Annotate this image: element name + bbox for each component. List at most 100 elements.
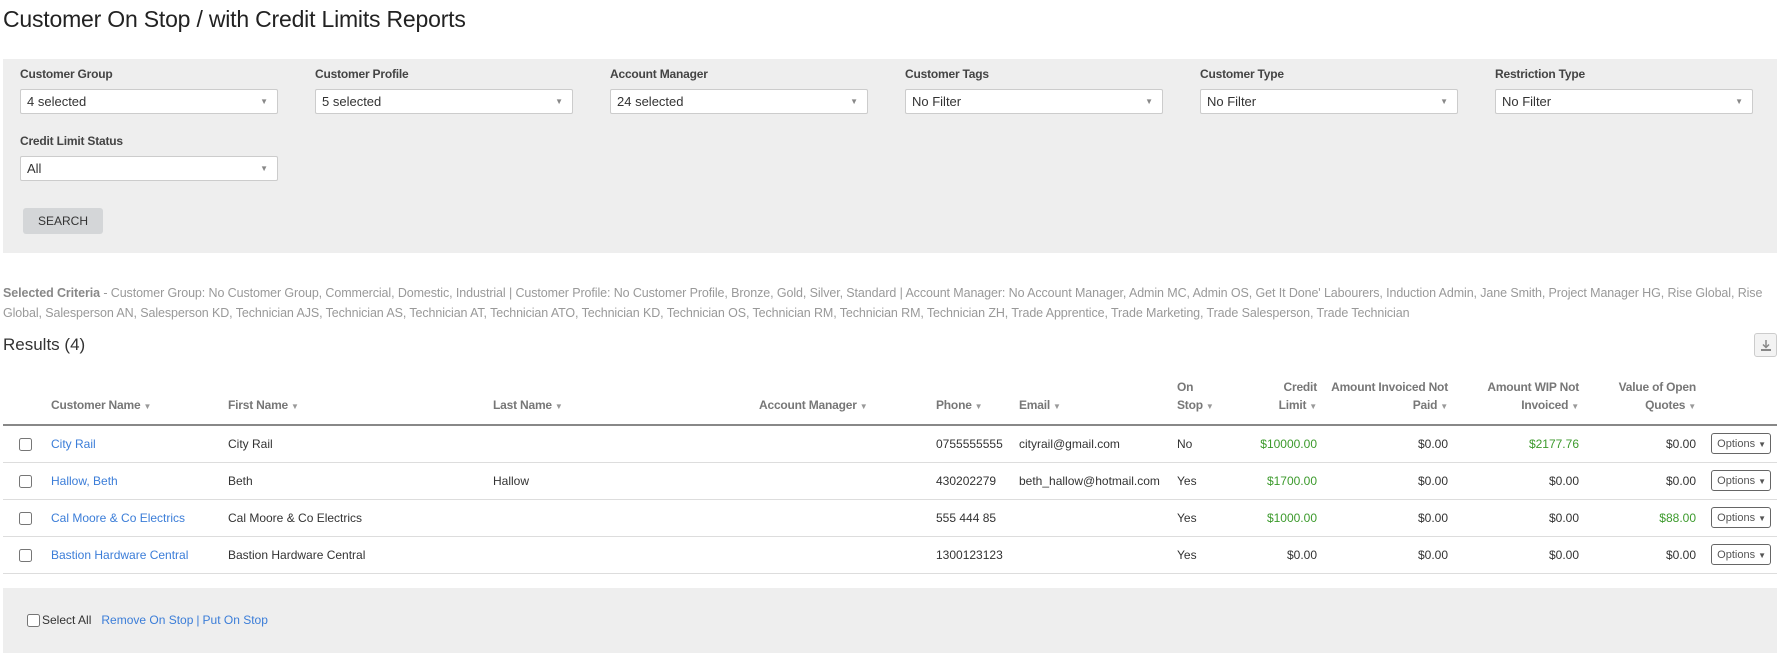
cell-email (1013, 536, 1171, 574)
sort-icon: ▼ (291, 402, 299, 411)
column-header-email[interactable]: Email ▼ (1013, 378, 1171, 426)
cell-email: beth_hallow@hotmail.com (1013, 462, 1171, 500)
chevron-down-icon: ▼ (260, 164, 268, 173)
cell-value: $0.00 (1417, 547, 1448, 562)
chevron-down-icon: ▼ (260, 97, 268, 106)
customer-tags-select[interactable]: No Filter ▼ (905, 89, 1163, 114)
column-header-customer-name[interactable]: Customer Name ▼ (45, 378, 222, 426)
filter-label: Credit Limit Status (20, 134, 123, 148)
customer-type-select[interactable]: No Filter ▼ (1200, 89, 1458, 114)
sort-icon: ▼ (143, 402, 152, 411)
customer-link[interactable]: Hallow, Beth (51, 474, 118, 488)
account-manager-select[interactable]: 24 selected ▼ (610, 89, 868, 114)
filter-label: Customer Profile (315, 67, 409, 81)
remove-on-stop-link[interactable]: Remove On Stop (101, 613, 193, 627)
cell-open-quotes: $0.00 (1585, 536, 1702, 574)
credit-limit-status-select[interactable]: All ▼ (20, 156, 278, 181)
cell-on-stop: Yes (1171, 499, 1227, 537)
options-label: Options (1717, 437, 1756, 450)
sort-icon: ▼ (1205, 402, 1214, 411)
row-checkbox[interactable] (19, 511, 32, 525)
cell-phone: 555 444 85 (930, 499, 1013, 537)
select-all-label: Select All (42, 613, 92, 627)
cell-value: $0.00 (1548, 547, 1579, 562)
customer-profile-select[interactable]: 5 selected ▼ (315, 89, 573, 114)
options-button[interactable]: Options ▼ (1711, 470, 1771, 491)
column-header-phone[interactable]: Phone ▼ (930, 378, 1013, 426)
put-on-stop-link[interactable]: Put On Stop (203, 613, 268, 627)
download-button[interactable] (1754, 333, 1777, 357)
column-header-account-manager[interactable]: Account Manager ▼ (753, 378, 930, 426)
cell-value: $0.00 (1417, 473, 1448, 488)
table-row: Bastion Hardware Central Bastion Hardware… (3, 536, 1777, 574)
cell-first-name: Cal Moore & Co Electrics (222, 499, 487, 537)
cell-last-name: Hallow (487, 462, 753, 500)
cell-value: Beth (228, 473, 253, 488)
select-all-checkbox[interactable] (27, 613, 40, 627)
select-value: 5 selected (322, 94, 382, 109)
cell-value: $0.00 (1665, 547, 1696, 562)
select-value: No Filter (1502, 94, 1552, 109)
cell-credit-limit: $0.00 (1227, 536, 1323, 574)
filter-label: Restriction Type (1495, 67, 1585, 81)
search-button[interactable]: SEARCH (23, 208, 103, 234)
column-header-wip-not-invoiced[interactable]: Amount WIP Not Invoiced ▼ (1454, 378, 1585, 426)
select-cell (3, 536, 45, 574)
options-label: Options (1717, 474, 1756, 487)
table-row: Cal Moore & Co Electrics Cal Moore & Co E… (3, 499, 1777, 537)
select-value: No Filter (1207, 94, 1257, 109)
options-button[interactable]: Options ▼ (1711, 433, 1771, 455)
cell-first-name: Beth (222, 462, 487, 500)
column-header-invoiced-not-paid[interactable]: Amount Invoiced Not Paid ▼ (1323, 378, 1454, 426)
results-title: Results (4) (3, 335, 86, 354)
row-checkbox[interactable] (19, 437, 32, 451)
restriction-type-select[interactable]: No Filter ▼ (1495, 89, 1753, 114)
options-cell: Options ▼ (1702, 462, 1777, 500)
cell-open-quotes: $88.00 (1585, 499, 1702, 537)
link-separator: | (196, 613, 200, 627)
filter-customer-profile: Customer Profile 5 selected ▼ (315, 67, 573, 114)
row-checkbox[interactable] (19, 474, 32, 488)
column-header-on-stop[interactable]: On Stop ▼ (1171, 378, 1227, 426)
criteria-text: - Customer Group: No Customer Group, Com… (3, 286, 1763, 320)
column-header-first-name[interactable]: First Name ▼ (222, 378, 487, 426)
column-header-credit-limit[interactable]: Credit Limit ▼ (1227, 378, 1323, 426)
cell-value: $0.00 (1548, 510, 1579, 525)
sort-icon: ▼ (974, 402, 983, 411)
download-icon (1761, 340, 1771, 351)
cell-on-stop: Yes (1171, 462, 1227, 500)
sort-icon: ▼ (859, 402, 868, 411)
filter-customer-group: Customer Group 4 selected ▼ (20, 67, 278, 114)
sort-icon: ▼ (1440, 402, 1448, 411)
cell-value: Yes (1177, 510, 1197, 525)
row-checkbox[interactable] (19, 548, 32, 562)
options-label: Options (1717, 548, 1756, 561)
cell-last-name (487, 499, 753, 537)
filter-label: Customer Type (1200, 67, 1284, 81)
chevron-down-icon: ▼ (850, 97, 858, 106)
cell-customer-name: City Rail (45, 425, 222, 463)
column-header-last-name[interactable]: Last Name ▼ (487, 378, 753, 426)
cell-credit-limit: $1000.00 (1227, 499, 1323, 537)
options-button[interactable]: Options ▼ (1711, 544, 1771, 565)
cell-value: Cal Moore & Co Electrics (228, 510, 363, 525)
customer-group-select[interactable]: 4 selected ▼ (20, 89, 278, 114)
column-header-open-quotes[interactable]: Value of Open Quotes ▼ (1585, 378, 1702, 426)
cell-account-manager (753, 536, 930, 574)
chevron-down-icon: ▼ (1440, 97, 1448, 106)
customer-link[interactable]: Cal Moore & Co Electrics (51, 511, 185, 525)
sort-icon: ▼ (1688, 402, 1696, 411)
options-column-header (1702, 378, 1777, 426)
filter-customer-type: Customer Type No Filter ▼ (1200, 67, 1458, 114)
cell-wip-not-invoiced: $0.00 (1454, 536, 1585, 574)
page-title: Customer On Stop / with Credit Limits Re… (3, 6, 466, 32)
filter-label: Account Manager (610, 67, 708, 81)
select-value: No Filter (912, 94, 962, 109)
customer-link[interactable]: Bastion Hardware Central (51, 548, 188, 562)
table-row: City Rail City Rail 0755555555 cityrail@gma… (3, 425, 1777, 463)
options-label: Options (1717, 511, 1756, 524)
cell-account-manager (753, 462, 930, 500)
cell-last-name (487, 536, 753, 574)
options-button[interactable]: Options ▼ (1711, 507, 1771, 528)
customer-link[interactable]: City Rail (51, 437, 96, 451)
